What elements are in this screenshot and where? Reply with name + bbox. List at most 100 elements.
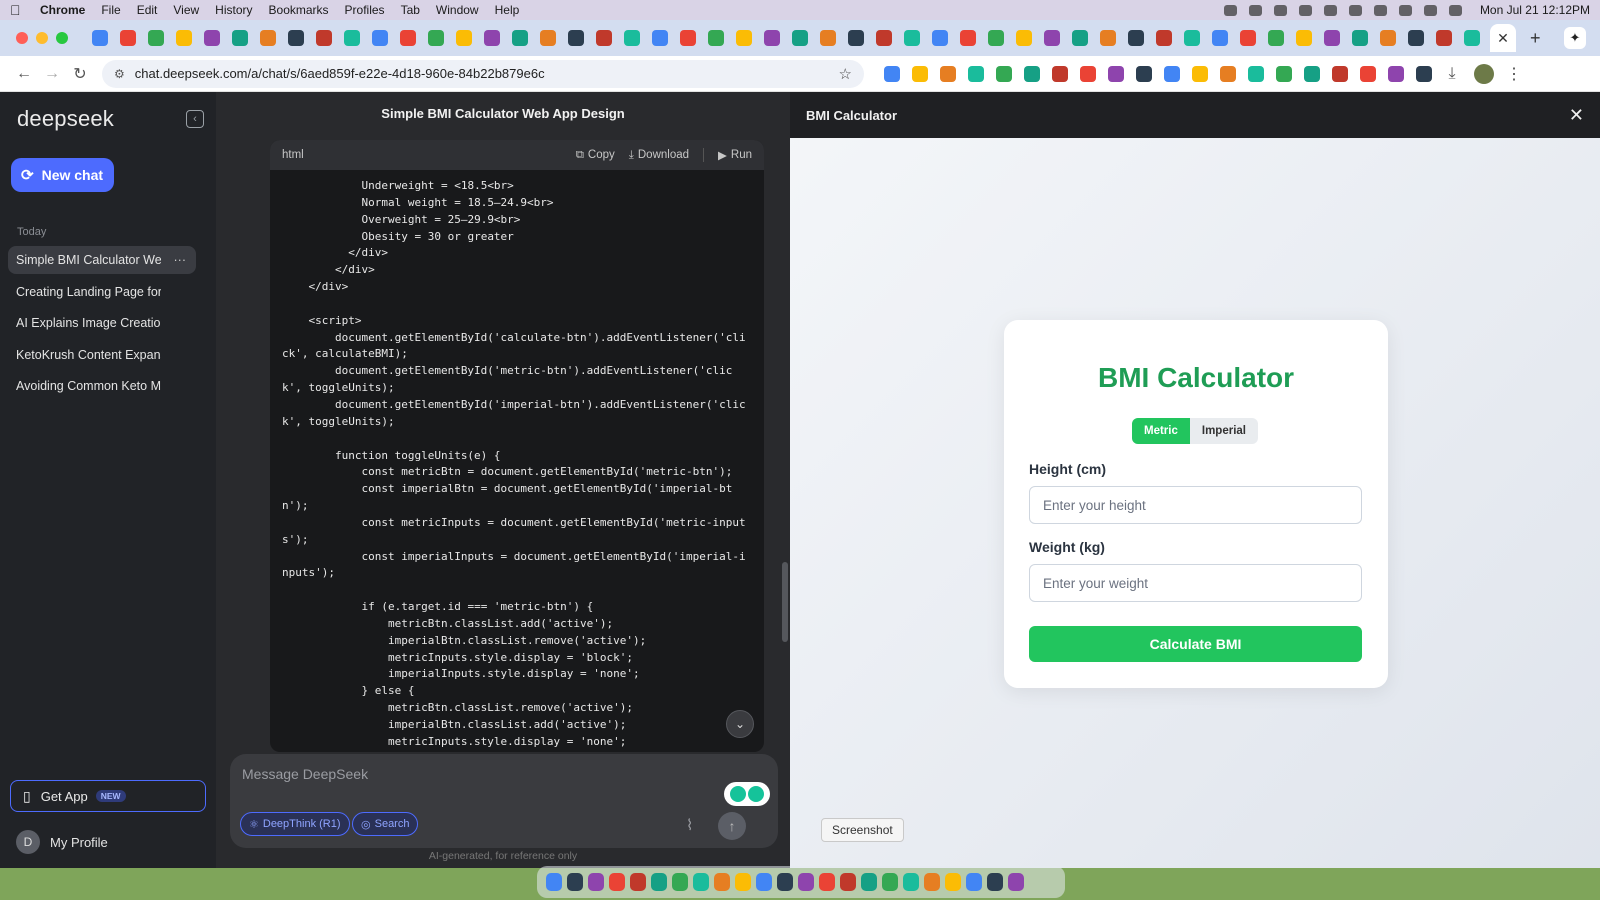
dock-app-icon[interactable] bbox=[839, 873, 856, 891]
control-center-icon[interactable] bbox=[1423, 4, 1437, 16]
tab-favicon-icon[interactable] bbox=[1296, 30, 1312, 46]
dock-app-icon[interactable] bbox=[545, 873, 562, 891]
extension-icon[interactable] bbox=[1052, 65, 1068, 82]
extension-icon[interactable] bbox=[940, 65, 956, 82]
close-icon[interactable]: ✕ bbox=[1569, 105, 1584, 126]
tab-favicon-icon[interactable] bbox=[988, 30, 1004, 46]
tab-favicon-icon[interactable] bbox=[1352, 30, 1368, 46]
site-info-icon[interactable]: ⚙ bbox=[114, 67, 125, 81]
extension-icon[interactable] bbox=[1108, 65, 1124, 82]
tab-favicon-icon[interactable] bbox=[456, 30, 472, 46]
status-icon[interactable] bbox=[1273, 4, 1287, 16]
tab-favicon-icon[interactable] bbox=[1184, 30, 1200, 46]
dock-app-icon[interactable] bbox=[986, 873, 1003, 891]
tab-favicon-icon[interactable] bbox=[652, 30, 668, 46]
tab-favicon-icon[interactable] bbox=[876, 30, 892, 46]
dock-app-icon[interactable] bbox=[713, 873, 730, 891]
menu-bookmarks[interactable]: Bookmarks bbox=[269, 3, 329, 17]
dock-app-icon[interactable] bbox=[881, 873, 898, 891]
tab-favicon-icon[interactable] bbox=[1436, 30, 1452, 46]
close-tab-icon[interactable]: ✕ bbox=[1497, 30, 1509, 47]
tab-favicon-icon[interactable] bbox=[624, 30, 640, 46]
dock-app-icon[interactable] bbox=[818, 873, 835, 891]
menu-edit[interactable]: Edit bbox=[137, 3, 158, 17]
new-tab-button[interactable]: + bbox=[1530, 28, 1541, 49]
status-icon[interactable] bbox=[1323, 4, 1337, 16]
menu-window[interactable]: Window bbox=[436, 3, 479, 17]
dock-app-icon[interactable] bbox=[755, 873, 772, 891]
calculate-bmi-button[interactable]: Calculate BMI bbox=[1029, 626, 1362, 662]
tab-favicon-icon[interactable] bbox=[1016, 30, 1032, 46]
chat-item[interactable]: Avoiding Common Keto Mistak bbox=[8, 372, 196, 400]
extension-icon[interactable] bbox=[968, 65, 984, 82]
forward-icon[interactable]: → bbox=[38, 65, 66, 83]
tab-favicon-icon[interactable] bbox=[1240, 30, 1256, 46]
tab-favicon-icon[interactable] bbox=[428, 30, 444, 46]
tab-favicon-icon[interactable] bbox=[932, 30, 948, 46]
tab-favicon-icon[interactable] bbox=[848, 30, 864, 46]
tab-favicon-icon[interactable] bbox=[512, 30, 528, 46]
status-icon[interactable] bbox=[1298, 4, 1312, 16]
extension-icon[interactable] bbox=[1416, 65, 1432, 82]
tab-favicon-icon[interactable] bbox=[148, 30, 164, 46]
apple-icon[interactable]:  bbox=[10, 3, 24, 17]
height-input[interactable] bbox=[1029, 486, 1362, 524]
tab-favicon-icon[interactable] bbox=[1268, 30, 1284, 46]
tab-favicon-icon[interactable] bbox=[92, 30, 108, 46]
dock-app-icon[interactable] bbox=[923, 873, 940, 891]
dock-app-icon[interactable] bbox=[566, 873, 583, 891]
dock-app-icon[interactable] bbox=[629, 873, 646, 891]
extension-icon[interactable] bbox=[1220, 65, 1236, 82]
grammarly-icon[interactable] bbox=[724, 782, 770, 806]
wifi-icon[interactable] bbox=[1373, 4, 1387, 16]
tab-favicon-icon[interactable] bbox=[204, 30, 220, 46]
extension-icon[interactable] bbox=[1024, 65, 1040, 82]
new-chat-button[interactable]: ⟳ New chat bbox=[11, 158, 114, 192]
menu-app-name[interactable]: Chrome bbox=[40, 3, 85, 17]
tab-favicon-icon[interactable] bbox=[792, 30, 808, 46]
menu-history[interactable]: History bbox=[215, 3, 252, 17]
menu-help[interactable]: Help bbox=[495, 3, 520, 17]
tab-favicon-icon[interactable] bbox=[820, 30, 836, 46]
dock-app-icon[interactable] bbox=[944, 873, 961, 891]
tab-favicon-icon[interactable] bbox=[484, 30, 500, 46]
status-icon[interactable] bbox=[1223, 4, 1237, 16]
message-input-placeholder[interactable]: Message DeepSeek bbox=[242, 766, 368, 782]
extension-icon[interactable] bbox=[1304, 65, 1320, 82]
tab-favicon-icon[interactable] bbox=[1072, 30, 1088, 46]
extension-icon[interactable] bbox=[912, 65, 928, 82]
extension-icon[interactable] bbox=[1248, 65, 1264, 82]
chrome-menu-icon[interactable]: ⋮ bbox=[1506, 64, 1522, 84]
menubar-clock[interactable]: Mon Jul 21 12:12PM bbox=[1480, 3, 1590, 17]
menu-file[interactable]: File bbox=[101, 3, 120, 17]
tab-favicon-icon[interactable] bbox=[1324, 30, 1340, 46]
chat-item-active[interactable]: Simple BMI Calculator We ··· bbox=[8, 246, 196, 274]
more-options-icon[interactable]: ··· bbox=[174, 253, 187, 267]
tab-favicon-icon[interactable] bbox=[400, 30, 416, 46]
tab-favicon-icon[interactable] bbox=[764, 30, 780, 46]
extension-icon[interactable] bbox=[1136, 65, 1152, 82]
extension-icon[interactable] bbox=[1360, 65, 1376, 82]
tab-favicon-icon[interactable] bbox=[960, 30, 976, 46]
search-icon[interactable] bbox=[1398, 4, 1412, 16]
scroll-to-bottom-button[interactable]: ⌄ bbox=[726, 710, 754, 738]
tab-favicon-icon[interactable] bbox=[316, 30, 332, 46]
extension-icon[interactable] bbox=[884, 65, 900, 82]
dock-app-icon[interactable] bbox=[965, 873, 982, 891]
download-icon[interactable]: ⤓ bbox=[1438, 65, 1466, 83]
menu-profiles[interactable]: Profiles bbox=[345, 3, 385, 17]
dock-app-icon[interactable] bbox=[692, 873, 709, 891]
attach-icon[interactable]: ⌇ bbox=[686, 816, 693, 834]
dock-app-icon[interactable] bbox=[797, 873, 814, 891]
tab-favicon-icon[interactable] bbox=[260, 30, 276, 46]
scrollbar[interactable] bbox=[782, 562, 788, 642]
search-toggle[interactable]: ◎ Search bbox=[352, 812, 419, 836]
tab-favicon-icon[interactable] bbox=[568, 30, 584, 46]
tab-favicon-icon[interactable] bbox=[1464, 30, 1480, 46]
menu-tab[interactable]: Tab bbox=[401, 3, 420, 17]
gemini-icon[interactable]: ✦ bbox=[1564, 27, 1586, 49]
dock-app-icon[interactable] bbox=[860, 873, 877, 891]
tab-favicon-icon[interactable] bbox=[1100, 30, 1116, 46]
profile-avatar[interactable] bbox=[1474, 63, 1494, 84]
play-icon[interactable] bbox=[1348, 4, 1362, 16]
